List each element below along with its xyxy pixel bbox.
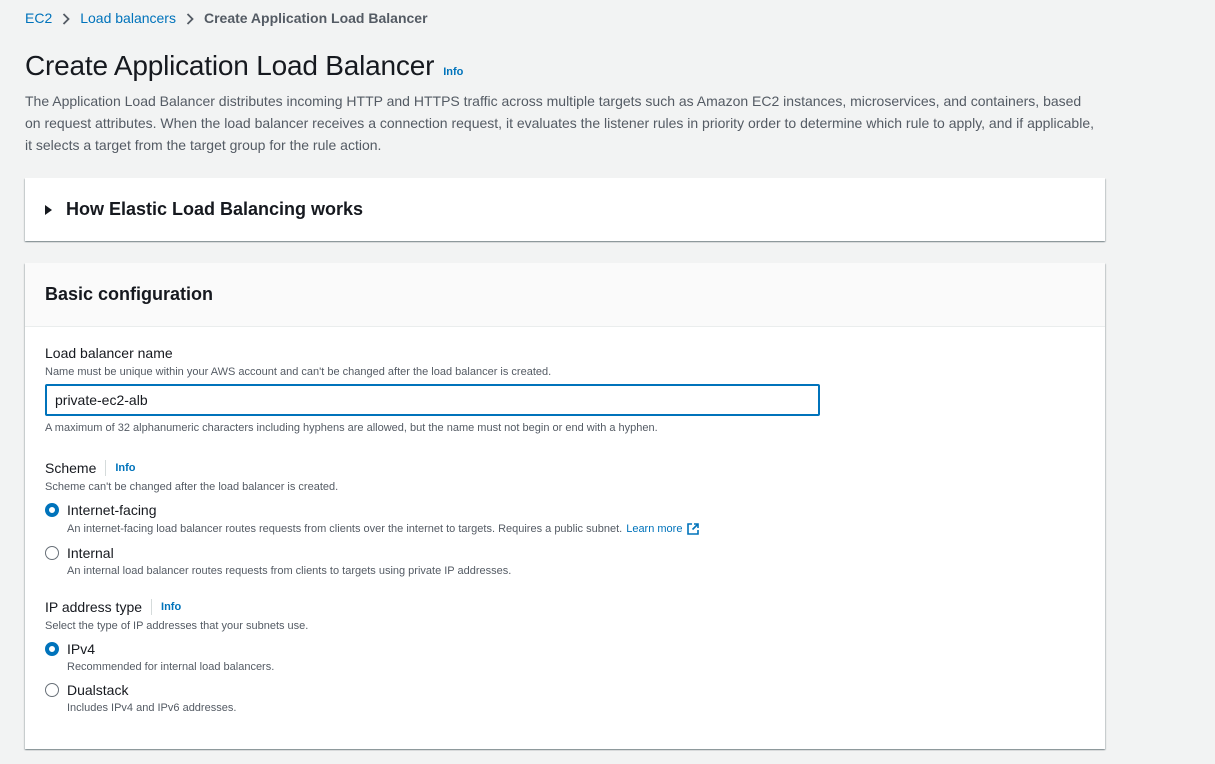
breadcrumb-ec2-link[interactable]: EC2 <box>25 10 52 26</box>
dualstack-description: Includes IPv4 and IPv6 addresses. <box>67 702 237 714</box>
radio-text: Internet-facing An internet-facing load … <box>67 501 700 536</box>
radio-text: IPv4 Recommended for internal load balan… <box>67 640 274 673</box>
basic-configuration-panel: Basic configuration Load balancer name N… <box>25 263 1105 749</box>
chevron-right-icon <box>52 10 80 26</box>
page-description: The Application Load Balancer distribute… <box>25 93 1095 153</box>
how-elb-works-expander[interactable]: How Elastic Load Balancing works <box>25 178 1105 241</box>
load-balancer-name-constraint: A maximum of 32 alphanumeric characters … <box>45 422 658 434</box>
how-elb-works-title: How Elastic Load Balancing works <box>66 199 364 219</box>
chevron-right-icon <box>176 10 204 26</box>
scheme-info-wrap: Info <box>96 460 136 476</box>
dualstack-label: Dualstack <box>67 682 129 698</box>
ipv4-label: IPv4 <box>67 641 96 657</box>
load-balancer-name-input[interactable] <box>45 384 820 416</box>
load-balancer-name-description: Name must be unique within your AWS acco… <box>45 366 552 378</box>
page-info-link[interactable]: Info <box>443 66 463 78</box>
scheme-label-row: Scheme Info <box>45 460 1085 476</box>
radio-internet-facing[interactable] <box>45 503 59 517</box>
internet-facing-description: An internet-facing load balancer routes … <box>67 522 700 536</box>
label-divider <box>151 599 153 615</box>
ip-type-option-dualstack[interactable]: Dualstack Includes IPv4 and IPv6 address… <box>45 681 1085 714</box>
ip-type-label-row: IP address type Info <box>45 599 1085 615</box>
ip-type-option-ipv4[interactable]: IPv4 Recommended for internal load balan… <box>45 640 1085 673</box>
scheme-field: Scheme Info Scheme can't be changed afte… <box>45 460 1085 577</box>
external-link-icon <box>687 523 700 535</box>
basic-configuration-header: Basic configuration <box>25 263 1105 327</box>
ip-address-type-field: IP address type Info Select the type of … <box>45 599 1085 714</box>
ipv4-description: Recommended for internal load balancers. <box>67 661 275 673</box>
scheme-description: Scheme can't be changed after the load b… <box>45 481 339 493</box>
basic-configuration-body: Load balancer name Name must be unique w… <box>25 327 1105 714</box>
internet-facing-description-text: An internet-facing load balancer routes … <box>67 523 623 535</box>
radio-text: Internal An internal load balancer route… <box>67 544 511 577</box>
internal-label: Internal <box>67 545 114 561</box>
label-divider <box>105 460 107 476</box>
learn-more-label: Learn more <box>626 523 683 535</box>
basic-configuration-title: Basic configuration <box>45 284 214 304</box>
radio-text: Dualstack Includes IPv4 and IPv6 address… <box>67 681 236 714</box>
ip-type-description: Select the type of IP addresses that you… <box>45 620 309 632</box>
scheme-label: Scheme <box>45 460 97 476</box>
radio-ipv4[interactable] <box>45 642 59 656</box>
ip-type-info-wrap: Info <box>142 599 181 615</box>
ip-type-label: IP address type <box>45 599 143 615</box>
breadcrumb-current: Create Application Load Balancer <box>203 10 428 26</box>
breadcrumb: EC2 Load balancers Create Application Lo… <box>25 0 1190 36</box>
ip-type-info-link[interactable]: Info <box>161 601 181 613</box>
page-header: Create Application Load Balancer Info <box>25 50 1190 82</box>
page-title: Create Application Load Balancer <box>25 50 435 81</box>
learn-more-link[interactable]: Learn more <box>626 522 700 536</box>
radio-dualstack[interactable] <box>45 683 59 697</box>
internet-facing-label: Internet-facing <box>67 502 157 518</box>
scheme-info-link[interactable]: Info <box>115 462 135 474</box>
load-balancer-name-label: Load balancer name <box>45 345 173 361</box>
radio-internal[interactable] <box>45 546 59 560</box>
create-alb-page: EC2 Load balancers Create Application Lo… <box>0 0 1215 764</box>
scheme-option-internet-facing[interactable]: Internet-facing An internet-facing load … <box>45 501 1085 536</box>
load-balancer-name-field: Load balancer name Name must be unique w… <box>45 345 1085 434</box>
caret-right-icon <box>45 204 52 215</box>
internal-description: An internal load balancer routes request… <box>67 565 512 577</box>
scheme-option-internal[interactable]: Internal An internal load balancer route… <box>45 544 1085 577</box>
breadcrumb-load-balancers-link[interactable]: Load balancers <box>80 10 176 26</box>
